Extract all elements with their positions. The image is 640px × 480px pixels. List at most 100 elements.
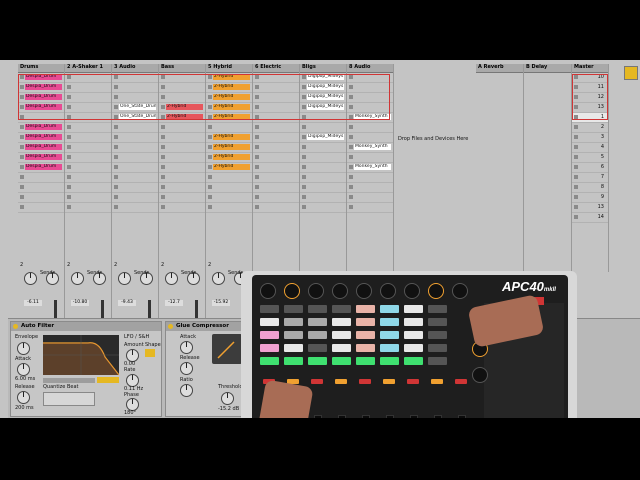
clip-launch-button[interactable] (255, 125, 259, 129)
clip-slot[interactable] (18, 173, 64, 183)
clip-slot[interactable] (253, 163, 299, 173)
clip-slot[interactable] (347, 123, 393, 133)
clip-launch-button[interactable] (255, 185, 259, 189)
scene-slot[interactable]: 7 (572, 173, 608, 183)
clip-slot[interactable]: 2-Hybrid (206, 143, 252, 153)
clip-slot[interactable] (112, 163, 158, 173)
clip-launch-button[interactable] (255, 145, 259, 149)
clip-slot[interactable] (65, 123, 111, 133)
clip-launch-button[interactable] (114, 185, 118, 189)
clip-launch-button[interactable] (20, 145, 24, 149)
track-header[interactable]: Drums (18, 64, 64, 73)
scene-launch-button[interactable] (574, 165, 578, 169)
clip-slot[interactable] (65, 153, 111, 163)
clip-launch-button[interactable] (161, 175, 165, 179)
scene-slot[interactable]: 5 (572, 153, 608, 163)
clip-launch-button[interactable] (67, 165, 71, 169)
clip-launch-button[interactable] (20, 185, 24, 189)
release-value[interactable]: 200 ms (15, 405, 34, 411)
send-a-knob[interactable] (71, 272, 84, 285)
clip-launch-button[interactable] (255, 135, 259, 139)
scene-launch-button[interactable] (574, 195, 578, 199)
volume-value[interactable]: -10.80 (71, 300, 89, 306)
clip-slot[interactable]: Monkey_Synth (347, 143, 393, 153)
track-header[interactable]: Master (572, 64, 608, 73)
clip-slot[interactable] (65, 173, 111, 183)
clip[interactable]: 2-Hybrid (213, 144, 250, 150)
threshold-value[interactable]: -15.2 dB (218, 406, 239, 412)
clip-launch-button[interactable] (349, 155, 353, 159)
clip-launch-button[interactable] (255, 165, 259, 169)
clip-launch-button[interactable] (302, 195, 306, 199)
clip-launch-button[interactable] (208, 135, 212, 139)
clip-slot[interactable] (253, 173, 299, 183)
clip-slot[interactable] (300, 143, 346, 153)
ratio-knob[interactable] (180, 384, 193, 397)
clip-launch-button[interactable] (161, 135, 165, 139)
volume-value[interactable]: -6.11 (24, 300, 42, 306)
device-on-icon[interactable] (168, 324, 173, 329)
volume-value[interactable]: -15.92 (212, 300, 230, 306)
clip-slot[interactable] (347, 153, 393, 163)
clip-slot[interactable] (300, 183, 346, 193)
clip-launch-button[interactable] (208, 165, 212, 169)
clip-slot[interactable]: 2-Hybrid (206, 133, 252, 143)
clip-launch-button[interactable] (114, 195, 118, 199)
clip-launch-button[interactable] (302, 135, 306, 139)
clip-slot[interactable] (206, 123, 252, 133)
clip-slot[interactable] (159, 153, 205, 163)
clip-slot[interactable] (159, 133, 205, 143)
clip-slot[interactable] (112, 153, 158, 163)
clip-launch-button[interactable] (208, 195, 212, 199)
clip-launch-button[interactable] (255, 195, 259, 199)
clip-launch-button[interactable] (67, 195, 71, 199)
send-a-knob[interactable] (212, 272, 225, 285)
clip-launch-button[interactable] (67, 185, 71, 189)
clip[interactable]: Despia_Drum (25, 134, 62, 140)
clip-slot[interactable] (112, 173, 158, 183)
phase-value[interactable]: 180° (124, 410, 136, 416)
clip-slot[interactable] (18, 183, 64, 193)
clip-launch-button[interactable] (208, 185, 212, 189)
clip-launch-button[interactable] (20, 155, 24, 159)
clip-launch-button[interactable] (161, 145, 165, 149)
clip-slot[interactable] (112, 133, 158, 143)
track-header[interactable]: B Delay (524, 64, 571, 73)
clip-launch-button[interactable] (161, 125, 165, 129)
clip-launch-button[interactable] (20, 165, 24, 169)
clip-launch-button[interactable] (208, 175, 212, 179)
clip-launch-button[interactable] (349, 175, 353, 179)
send-a-knob[interactable] (118, 272, 131, 285)
clip-slot[interactable] (112, 183, 158, 193)
clip-slot[interactable] (65, 133, 111, 143)
clip-launch-button[interactable] (302, 185, 306, 189)
track-header[interactable]: 5 Hybrid (206, 64, 252, 73)
shape-selector[interactable] (145, 349, 155, 357)
clip-launch-button[interactable] (302, 155, 306, 159)
scene-launch-button[interactable] (574, 135, 578, 139)
track-header[interactable]: A Reverb (476, 64, 523, 73)
clip[interactable]: 2-Hybrid (213, 154, 250, 160)
clip-slot[interactable] (347, 133, 393, 143)
track-header[interactable]: 8 Audio (347, 64, 393, 73)
clip-slot[interactable] (65, 163, 111, 173)
clip[interactable]: Digipop_Mideys (307, 134, 344, 140)
clip-slot[interactable] (112, 123, 158, 133)
clip-launch-button[interactable] (208, 145, 212, 149)
device-title[interactable]: Auto Filter (11, 322, 161, 331)
volume-value[interactable]: -12.7 (165, 300, 183, 306)
attack-value[interactable]: 6.00 ms (15, 376, 35, 382)
clip[interactable]: Despia_Drum (25, 164, 62, 170)
clip[interactable]: 2-Hybrid (213, 164, 250, 170)
scene-slot[interactable]: 3 (572, 133, 608, 143)
scene-slot[interactable]: 6 (572, 163, 608, 173)
clip-launch-button[interactable] (302, 165, 306, 169)
clip-launch-button[interactable] (208, 125, 212, 129)
clip-launch-button[interactable] (161, 195, 165, 199)
clip-launch-button[interactable] (114, 145, 118, 149)
clip-slot[interactable] (300, 163, 346, 173)
clip-slot[interactable] (300, 153, 346, 163)
clip[interactable]: Monkey_Synth (354, 164, 391, 170)
clip-launch-button[interactable] (302, 125, 306, 129)
scene-slot[interactable]: 2 (572, 123, 608, 133)
